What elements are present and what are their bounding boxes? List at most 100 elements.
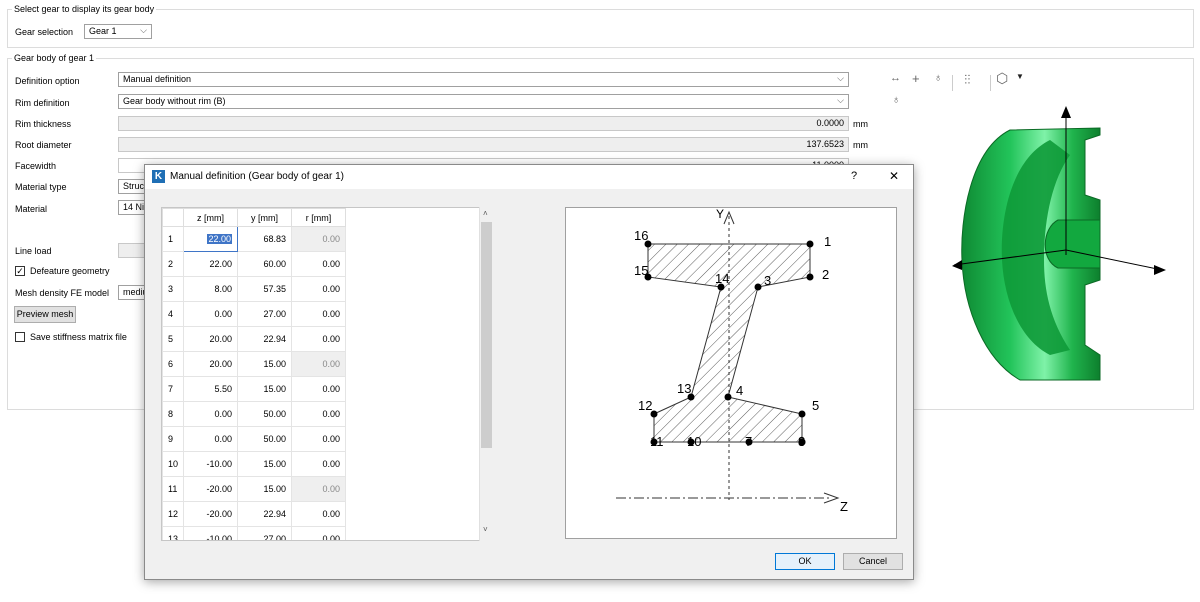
close-icon[interactable]: ✕ [889, 169, 899, 183]
cell-y[interactable]: 15.00 [237, 451, 293, 477]
scroll-thumb[interactable] [481, 222, 492, 448]
help-button[interactable]: ? [851, 170, 857, 182]
table-row[interactable]: 7 5.50 15.00 0.00 [162, 376, 347, 402]
cell-r[interactable]: 0.00 [291, 451, 347, 477]
row-number: 8 [162, 401, 185, 427]
cell-z[interactable]: -10.00 [183, 451, 239, 477]
cube-icon[interactable]: ⬡ [996, 70, 1008, 87]
rim-definition-combo[interactable]: Gear body without rim (B) ⌵ [118, 94, 849, 109]
defeature-label: Defeature geometry [30, 266, 110, 276]
cell-y[interactable]: 15.00 [237, 476, 293, 502]
cell-r[interactable]: 0.00 [291, 376, 347, 402]
profile-point[interactable] [724, 393, 732, 401]
bulb-icon[interactable]: ♁ [892, 94, 900, 106]
point-label: 5 [812, 398, 819, 413]
bulb-icon[interactable]: ♁ [934, 72, 942, 84]
dialog-titlebar[interactable]: K Manual definition (Gear body of gear 1… [145, 165, 913, 189]
row-number: 11 [162, 476, 185, 502]
ok-button[interactable]: OK [775, 553, 835, 570]
scroll-up-icon[interactable]: ˄ [483, 209, 488, 218]
profile-point[interactable] [798, 410, 806, 418]
cell-z[interactable]: 20.00 [183, 351, 239, 377]
table-row[interactable]: 3 8.00 57.35 0.00 [162, 276, 347, 302]
column-header-r[interactable]: r [mm] [291, 208, 347, 227]
cell-y[interactable]: 22.94 [237, 501, 293, 527]
cell-r[interactable]: 0.00 [291, 426, 347, 452]
cell-r[interactable]: 0.00 [291, 501, 347, 527]
cell-r[interactable]: 0.00 [291, 301, 347, 327]
cell-y[interactable]: 57.35 [237, 276, 293, 302]
table-row[interactable]: 10 -10.00 15.00 0.00 [162, 451, 347, 477]
cell-z[interactable]: 5.50 [183, 376, 239, 402]
definition-option-combo[interactable]: Manual definition ⌵ [118, 72, 849, 87]
profile-point[interactable] [754, 283, 762, 291]
cell-z[interactable]: 20.00 [183, 326, 239, 352]
table-scrollbar[interactable]: ˄ ˅ [479, 207, 493, 541]
defeature-checkbox[interactable]: ✓ [15, 266, 25, 276]
cell-z[interactable]: -20.00 [183, 501, 239, 527]
sliders-icon[interactable]: ⫶⫶ [964, 72, 971, 88]
cell-z[interactable]: 0.00 [183, 401, 239, 427]
cell-r[interactable]: 0.00 [291, 401, 347, 427]
cell-z[interactable]: 22.00 [183, 251, 239, 277]
gear-3d-view[interactable] [940, 100, 1180, 390]
cell-z[interactable]: -20.00 [183, 476, 239, 502]
save-stiffness-checkbox[interactable] [15, 332, 25, 342]
column-header-z[interactable]: z [mm] [183, 208, 239, 227]
cell-y[interactable]: 27.00 [237, 301, 293, 327]
caret-down-icon[interactable]: ▼ [1016, 72, 1024, 81]
cell-r[interactable]: 0.00 [291, 251, 347, 277]
cell-r[interactable]: 0.00 [291, 326, 347, 352]
cell-r[interactable]: 0.00 [291, 226, 347, 252]
row-number: 1 [162, 226, 185, 252]
table-row[interactable]: 2 22.00 60.00 0.00 [162, 251, 347, 277]
axis-arrow [1061, 106, 1071, 118]
gear-selection-combo[interactable]: Gear 1 ⌵ [84, 24, 152, 39]
cell-z[interactable]: 0.00 [183, 301, 239, 327]
column-header-y[interactable]: y [mm] [237, 208, 293, 227]
table-row[interactable]: 11 -20.00 15.00 0.00 [162, 476, 347, 502]
table-row[interactable]: 4 0.00 27.00 0.00 [162, 301, 347, 327]
table-row[interactable]: 8 0.00 50.00 0.00 [162, 401, 347, 427]
scroll-down-icon[interactable]: ˅ [483, 525, 488, 534]
table-row[interactable]: 12 -20.00 22.94 0.00 [162, 501, 347, 527]
cell-z[interactable]: 22.00 [183, 226, 239, 252]
row-number: 13 [162, 526, 185, 540]
cell-y[interactable]: 15.00 [237, 351, 293, 377]
rim-thickness-field[interactable]: 0.0000 [118, 116, 849, 131]
cell-y[interactable]: 50.00 [237, 401, 293, 427]
cell-r[interactable]: 0.00 [291, 526, 347, 540]
table-row[interactable]: 1 22.00 68.83 0.00 [162, 226, 347, 252]
root-diameter-field[interactable]: 137.6523 [118, 137, 849, 152]
table-row[interactable]: 6 20.00 15.00 0.00 [162, 351, 347, 377]
cell-y[interactable]: 60.00 [237, 251, 293, 277]
cell-r[interactable]: 0.00 [291, 351, 347, 377]
profile-plot[interactable]: Y Z 1234567810111213141516 [565, 207, 897, 539]
preview-mesh-button[interactable]: Preview mesh [14, 306, 76, 323]
table-row[interactable]: 5 20.00 22.94 0.00 [162, 326, 347, 352]
cell-y[interactable]: 22.94 [237, 326, 293, 352]
dialog-title: Manual definition (Gear body of gear 1) [170, 171, 344, 182]
row-number: 4 [162, 301, 185, 327]
table-row[interactable]: 9 0.00 50.00 0.00 [162, 426, 347, 452]
cell-r[interactable]: 0.00 [291, 476, 347, 502]
cell-z[interactable]: -10.00 [183, 526, 239, 540]
row-number: 2 [162, 251, 185, 277]
profile-point[interactable] [806, 240, 814, 248]
cell-r[interactable]: 0.00 [291, 276, 347, 302]
point-label: 1 [824, 234, 831, 249]
cell-y[interactable]: 68.83 [237, 226, 293, 252]
table-row[interactable]: 13 -10.00 27.00 0.00 [162, 526, 347, 540]
plus-icon[interactable]: + [912, 71, 920, 86]
cell-y[interactable]: 27.00 [237, 526, 293, 540]
gear-selection-value: Gear 1 [89, 26, 117, 36]
cancel-button[interactable]: Cancel [843, 553, 903, 570]
cell-y[interactable]: 15.00 [237, 376, 293, 402]
horizontal-arrows-icon[interactable]: ↔ [890, 72, 901, 84]
axis-arrow [952, 260, 962, 270]
profile-point[interactable] [806, 273, 814, 281]
manual-definition-dialog: K Manual definition (Gear body of gear 1… [144, 164, 914, 580]
cell-z[interactable]: 8.00 [183, 276, 239, 302]
cell-z[interactable]: 0.00 [183, 426, 239, 452]
cell-y[interactable]: 50.00 [237, 426, 293, 452]
